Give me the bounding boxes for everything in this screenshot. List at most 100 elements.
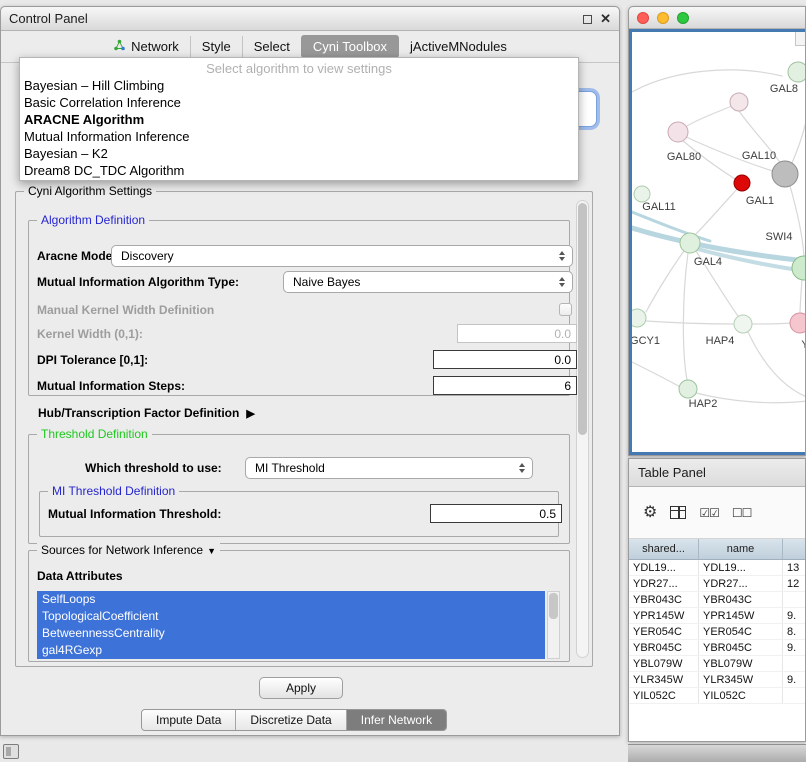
zoom-traffic-icon[interactable] <box>677 12 689 24</box>
mi-steps-field[interactable]: 6 <box>433 376 577 395</box>
network-edge[interactable] <box>800 279 802 313</box>
tab-cyni-toolbox[interactable]: Cyni Toolbox <box>301 35 399 58</box>
table-row[interactable]: YPR145WYPR145W9. <box>629 608 805 624</box>
node-hap4[interactable] <box>734 315 752 333</box>
float-window-icon[interactable] <box>583 15 592 24</box>
tab-style[interactable]: Style <box>190 36 242 57</box>
network-edge[interactable] <box>683 253 688 380</box>
mi-threshold-field[interactable]: 0.5 <box>430 504 562 523</box>
mi-type-combobox[interactable]: Naive Bayes <box>283 271 573 293</box>
network-edge[interactable] <box>790 186 804 257</box>
dropdown-item[interactable]: ARACNE Algorithm <box>20 111 578 128</box>
panel-toggle-icon[interactable] <box>3 744 19 759</box>
table-row[interactable]: YIL052CYIL052C <box>629 688 805 704</box>
column-header[interactable]: shared... <box>629 539 699 559</box>
dpi-tolerance-field[interactable]: 0.0 <box>433 350 577 369</box>
table-settings-gear-icon[interactable]: ⚙ <box>643 505 657 521</box>
node-gal1[interactable] <box>734 175 750 191</box>
node-label: HAP4 <box>706 335 735 347</box>
node-gcy1[interactable] <box>632 309 646 327</box>
node-hap2[interactable] <box>679 380 697 398</box>
manual-kernel-checkbox[interactable] <box>559 303 572 316</box>
data-attributes-scrollbar[interactable] <box>547 591 560 659</box>
tab-network[interactable]: Network <box>102 36 190 57</box>
close-window-icon[interactable]: ✕ <box>600 11 611 27</box>
data-attribute-item[interactable]: SelfLoops <box>37 591 545 608</box>
table-cell: YBL079W <box>699 656 783 671</box>
table-row[interactable]: YER054CYER054C8. <box>629 624 805 640</box>
settings-scrollbar[interactable] <box>576 200 589 658</box>
table-row[interactable]: YDR27...YDR27...12 <box>629 576 805 592</box>
node-gal4[interactable] <box>680 233 700 253</box>
show-columns-icon[interactable] <box>670 506 686 519</box>
kernel-width-field[interactable]: 0.0 <box>457 324 577 343</box>
node-gal80[interactable] <box>668 122 688 142</box>
apply-button[interactable]: Apply <box>259 677 343 699</box>
network-edge[interactable] <box>695 189 737 235</box>
table-row[interactable]: YBR045CYBR045C9. <box>629 640 805 656</box>
which-threshold-label: Which threshold to use: <box>85 461 222 475</box>
bottom-tab-infer-network[interactable]: Infer Network <box>346 710 446 730</box>
table-row[interactable]: YLR345WYLR345W9. <box>629 672 805 688</box>
network-edge[interactable] <box>632 362 680 387</box>
dropdown-item[interactable]: Dream8 DC_TDC Algorithm <box>20 162 578 179</box>
data-attribute-item[interactable]: BetweennessCentrality <box>37 625 545 642</box>
node-label: GAL10 <box>742 150 776 162</box>
aracne-mode-combobox[interactable]: Discovery <box>111 245 573 267</box>
table-cell: YPR145W <box>629 608 699 623</box>
bottom-tab-impute-data[interactable]: Impute Data <box>142 710 235 730</box>
data-attributes-scrollbar-thumb[interactable] <box>549 593 558 619</box>
network-edge[interactable] <box>646 251 684 312</box>
table-cell: YBR043C <box>699 592 783 607</box>
close-traffic-icon[interactable] <box>637 12 649 24</box>
dropdown-item[interactable]: Bayesian – K2 <box>20 145 578 162</box>
node-label: SWI4 <box>766 231 793 243</box>
dropdown-item[interactable]: Bayesian – Hill Climbing <box>20 77 578 94</box>
settings-scrollbar-thumb[interactable] <box>578 203 587 435</box>
tab-select[interactable]: Select <box>242 36 301 57</box>
aracne-mode-row: Aracne Mode: Discovery <box>37 245 561 267</box>
control-panel-titlebar[interactable]: Control Panel ✕ <box>1 7 619 31</box>
dpi-tolerance-row: DPI Tolerance [0,1]: 0.0 <box>37 349 561 371</box>
dropdown-item[interactable]: Basic Correlation Inference <box>20 94 578 111</box>
table-row[interactable]: YBR043CYBR043C <box>629 592 805 608</box>
deselect-all-checkboxes-icon[interactable]: ☐☐ <box>732 506 752 520</box>
network-edge[interactable] <box>792 116 805 163</box>
desktop: Control Panel ✕ NetworkStyleSelectCyni T… <box>0 0 806 762</box>
table-row[interactable]: YDL19...YDL19...13 <box>629 560 805 576</box>
node-label: GAL4 <box>694 256 722 268</box>
node-pink[interactable] <box>790 313 805 333</box>
node-unlabeled[interactable] <box>730 93 748 111</box>
column-header[interactable]: name <box>699 539 783 559</box>
dropdown-item[interactable]: Mutual Information Inference <box>20 128 578 145</box>
data-attribute-item[interactable]: TopologicalCoefficient <box>37 608 545 625</box>
network-edge[interactable] <box>748 332 805 397</box>
table-cell: YER054C <box>629 624 699 639</box>
table-row[interactable]: YBL079WYBL079W <box>629 656 805 672</box>
data-attribute-item[interactable]: gal4RGexp <box>37 642 545 659</box>
table-cell: YIL052C <box>629 688 699 703</box>
network-edge[interactable] <box>646 321 734 324</box>
table-cell: 9. <box>783 672 805 687</box>
network-window-titlebar[interactable] <box>629 7 805 29</box>
bottom-tab-discretize-data[interactable]: Discretize Data <box>235 710 345 730</box>
tab-jactivemnodules[interactable]: jActiveMNodules <box>399 36 518 57</box>
table-cell: YBL079W <box>629 656 699 671</box>
node-gal10[interactable] <box>772 161 798 187</box>
network-edge[interactable] <box>632 70 782 92</box>
data-attributes-list[interactable]: SelfLoopsTopologicalCoefficientBetweenne… <box>37 591 545 659</box>
node-gal11[interactable] <box>634 186 650 202</box>
column-header[interactable] <box>783 539 805 559</box>
table-cell <box>783 688 805 703</box>
minimize-traffic-icon[interactable] <box>657 12 669 24</box>
network-edge[interactable] <box>752 323 790 324</box>
algorithm-dropdown-popup: Select algorithm to view settings Bayesi… <box>19 57 579 181</box>
hub-definition-toggle[interactable]: Hub/Transcription Factor Definition ▶ <box>38 406 255 420</box>
which-threshold-combobox[interactable]: MI Threshold <box>245 457 533 479</box>
node-gal8[interactable] <box>788 62 805 82</box>
select-all-checkboxes-icon[interactable]: ☑☑ <box>699 506 719 520</box>
threshold-definition-title: Threshold Definition <box>37 427 152 441</box>
network-canvas[interactable]: GAL8GAL80GAL10GAL1GAL11GAL4SWI4GCY1HAP4Y… <box>629 29 805 455</box>
table-cell <box>783 656 805 671</box>
network-edge[interactable] <box>684 106 732 128</box>
